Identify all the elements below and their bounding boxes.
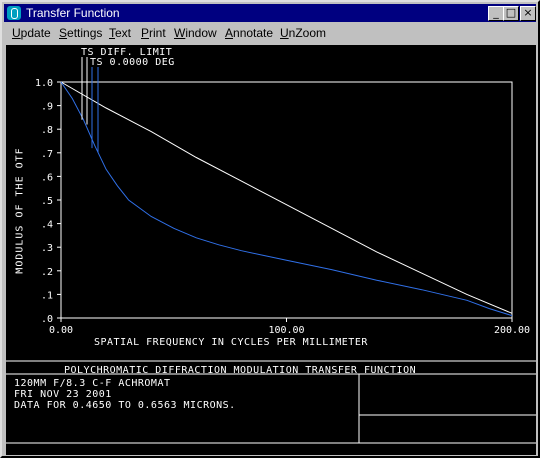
menu-window[interactable]: Window [174, 23, 217, 43]
menu-unzoom[interactable]: UnZoom [280, 23, 326, 43]
x-axis-title: SPATIAL FREQUENCY IN CYCLES PER MILLIMET… [94, 337, 368, 348]
y-tick-label: .5 [41, 196, 53, 207]
window: Transfer Function _ □ × Update Settings … [0, 0, 540, 458]
y-tick-label: .9 [41, 102, 53, 113]
info-wavelength: DATA FOR 0.4650 TO 0.6563 MICRONS. [14, 400, 236, 411]
y-tick-label: .3 [41, 243, 53, 254]
y-tick-label: .6 [41, 172, 53, 183]
app-icon[interactable] [7, 6, 21, 20]
x-tick-label: 100.00 [268, 325, 304, 336]
y-tick-label: .0 [41, 314, 53, 325]
maximize-button[interactable]: □ [503, 6, 519, 21]
title-bar[interactable]: Transfer Function _ □ × [4, 4, 536, 22]
menu-bar: Update Settings Text Print Window Annota… [4, 23, 536, 43]
y-tick-label: .1 [41, 290, 53, 301]
close-button[interactable]: × [520, 6, 536, 21]
x-tick-label: 200.00 [494, 325, 530, 336]
menu-annotate[interactable]: Annotate [225, 23, 273, 43]
legend-label-ts: TS 0.0000 DEG [90, 57, 175, 68]
y-axis-title: MODULUS OF THE OTF [14, 147, 26, 274]
y-tick-label: 1.0 [35, 78, 53, 89]
series-line-ts [60, 81, 513, 317]
info-date: FRI NOV 23 2001 [14, 389, 112, 400]
footer-title: POLYCHROMATIC DIFFRACTION MODULATION TRA… [64, 365, 417, 376]
window-title: Transfer Function [26, 6, 120, 20]
menu-settings[interactable]: Settings [59, 23, 102, 43]
y-tick-label: .7 [41, 149, 53, 160]
y-tick-label: .2 [41, 267, 53, 278]
menu-text[interactable]: Text [109, 23, 131, 43]
menu-print[interactable]: Print [141, 23, 166, 43]
minimize-button[interactable]: _ [488, 6, 504, 21]
info-lens: 120MM F/8.3 C-F ACHROMAT [14, 378, 171, 389]
y-tick-label: .4 [41, 220, 53, 231]
series-line-diffraction-limit [60, 81, 513, 314]
x-tick-label: 0.00 [49, 325, 73, 336]
y-tick-label: .8 [41, 125, 53, 136]
menu-update[interactable]: Update [12, 23, 51, 43]
plot-area[interactable]: 1.0.9.8.7.6.5.4.3.2.1.0 0.00 100.00 200.00 … [6, 45, 536, 455]
